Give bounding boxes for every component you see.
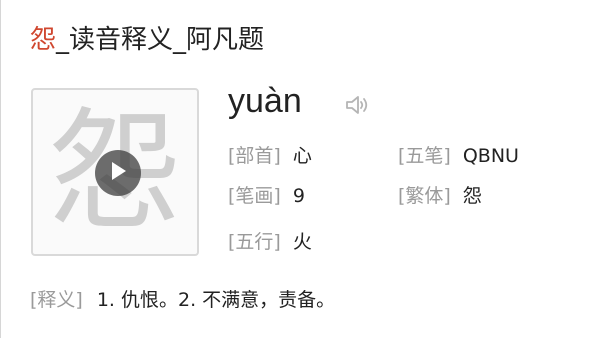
play-button[interactable]	[95, 150, 141, 196]
field-stroke-count-label: [笔画]	[228, 185, 281, 207]
field-definition-label: [释义]	[30, 289, 83, 311]
pinyin: yuàn	[228, 82, 302, 120]
field-traditional-label: [繁体]	[398, 185, 451, 207]
field-five-elements: [五行] 火	[228, 228, 312, 256]
field-five-elements-value: 火	[292, 231, 312, 253]
title-character: 怨	[30, 25, 57, 55]
left-border	[0, 0, 1, 338]
title-separator: _	[56, 25, 70, 55]
field-wubi-label: [五笔]	[398, 145, 451, 167]
page-title: 怨_读音释义_阿凡题	[30, 20, 264, 60]
field-radical-value: 心	[292, 145, 312, 167]
field-radical-label: [部首]	[228, 145, 281, 167]
field-traditional-value: 怨	[462, 185, 482, 207]
field-definition-value: 1. 仇恨。2. 不满意，责备。	[96, 289, 336, 311]
field-definition: [释义] 1. 仇恨。2. 不满意，责备。	[30, 286, 335, 314]
field-radical: [部首] 心	[228, 142, 312, 170]
field-wubi-value: QBNU	[462, 145, 519, 167]
field-five-elements-label: [五行]	[228, 231, 281, 253]
field-stroke-count-value: 9	[292, 185, 305, 207]
field-stroke-count: [笔画] 9	[228, 182, 305, 210]
title-text: 读音释义_阿凡题	[69, 25, 265, 55]
field-wubi: [五笔] QBNU	[398, 142, 519, 170]
speaker-icon	[344, 96, 370, 121]
character-stroke-animation[interactable]: 怨	[31, 88, 199, 256]
play-icon	[108, 160, 128, 186]
pronunciation-button[interactable]	[344, 93, 370, 117]
field-traditional: [繁体] 怨	[398, 182, 482, 210]
